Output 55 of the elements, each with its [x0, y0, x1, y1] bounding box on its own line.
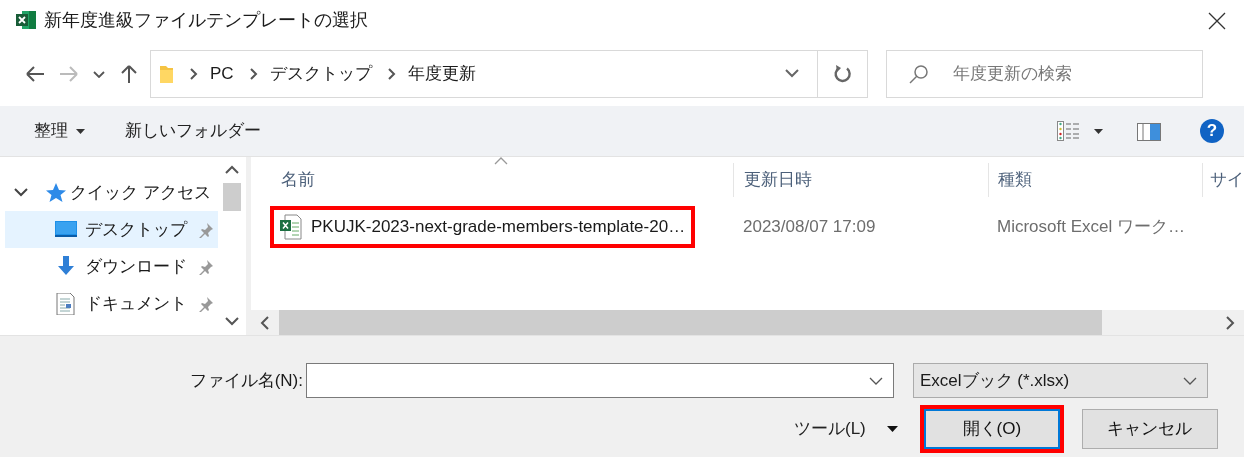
- column-header[interactable]: 名前: [281, 167, 315, 193]
- file-type: Microsoft Excel ワーク…: [996, 216, 1186, 239]
- excel-file-icon: [280, 214, 302, 240]
- search-box[interactable]: 年度更新の検索: [886, 50, 1203, 98]
- chevron-icon: [189, 67, 199, 81]
- tools-menu[interactable]: ツール(L): [788, 412, 904, 446]
- search-field[interactable]: 年度更新の検索: [951, 60, 1191, 88]
- preview-pane-icon: [1137, 122, 1161, 141]
- chevron-right-icon: [1225, 315, 1235, 330]
- details-view-icon: [1057, 121, 1080, 141]
- chevron-down-icon: [93, 70, 105, 78]
- excel-icon: [16, 10, 36, 30]
- chevron-icon: [248, 67, 259, 81]
- window-title: 新年度進級ファイルテンプレートの選択: [44, 8, 368, 32]
- pin-icon: [198, 295, 215, 312]
- scrollbar-thumb[interactable]: [279, 310, 1102, 335]
- column-header[interactable]: 種類: [998, 167, 1032, 193]
- sidebar-item[interactable]: デスクトップ: [5, 211, 219, 248]
- refresh-icon: [832, 64, 853, 84]
- pin-icon: [198, 258, 215, 275]
- document-icon: [55, 292, 77, 315]
- cancel-button[interactable]: キャンセル: [1081, 409, 1218, 449]
- folder-icon: [159, 63, 174, 85]
- date-modified: 2023/08/07 17:09: [742, 216, 877, 239]
- sort-caret-icon: [494, 157, 508, 165]
- column-header[interactable]: 更新日時: [744, 167, 812, 193]
- file-name[interactable]: PKUJK-2023-next-grade-members-template-20…: [311, 214, 686, 240]
- open-button[interactable]: 開く(O): [923, 409, 1060, 449]
- caret-icon: [76, 128, 85, 134]
- organize-menu[interactable]: 整理: [28, 114, 91, 148]
- search-icon: [909, 64, 929, 84]
- column-header[interactable]: サイ: [1210, 167, 1244, 193]
- toolbar-button[interactable]: 新しいフォルダー: [119, 114, 267, 148]
- sidebar-item[interactable]: クイック アクセス: [0, 174, 219, 211]
- help-button[interactable]: ?: [1200, 119, 1224, 143]
- scrollbar-thumb[interactable]: [223, 183, 242, 211]
- chevron-up-icon: [225, 165, 240, 175]
- chevron-left-icon: [260, 315, 270, 330]
- pin-icon: [198, 221, 215, 238]
- breadcrumb-item[interactable]: PC: [210, 61, 234, 87]
- breadcrumb-item[interactable]: 年度更新: [407, 61, 476, 87]
- file-name-label: ファイル名(N):: [188, 369, 304, 392]
- chevron-icon: [386, 67, 397, 81]
- chevron-down-icon: [869, 376, 883, 385]
- sidebar-item[interactable]: ドキュメント: [5, 285, 219, 322]
- refresh-button[interactable]: [818, 50, 868, 98]
- chevron-down-icon: [1183, 376, 1197, 385]
- caret-icon: [1094, 128, 1103, 134]
- file-type-select[interactable]: Excelブック (*.xlsx): [913, 363, 1208, 398]
- chevron-down-icon: [225, 316, 240, 326]
- caret-icon: [886, 426, 898, 432]
- star-icon: [44, 182, 66, 203]
- close-icon: [1208, 11, 1226, 30]
- breadcrumb-item[interactable]: デスクトップ: [269, 61, 372, 87]
- sidebar-item[interactable]: ダウンロード: [5, 248, 219, 285]
